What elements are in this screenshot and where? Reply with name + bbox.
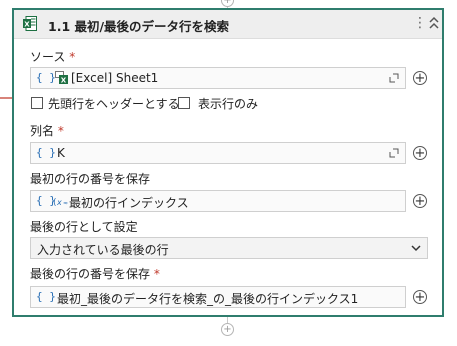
- excel-icon: X: [23, 16, 37, 31]
- card-title: 1.1 最初/最後のデータ行を検索: [48, 19, 230, 34]
- variable-x-icon: ( x ≈: [53, 198, 68, 208]
- column-name-label: 列名 *: [30, 124, 64, 138]
- required-mark: *: [69, 50, 76, 64]
- collapse-chevron-icon[interactable]: [428, 14, 440, 32]
- svg-text:X: X: [24, 21, 30, 29]
- chevron-down-icon: [411, 245, 421, 252]
- save-first-row-label: 最初の行の番号を保存: [30, 172, 151, 186]
- svg-text:X: X: [61, 77, 67, 85]
- save-last-row-value: 最初_最後のデータ行を検索_の_最後の行インデックス1: [57, 292, 359, 306]
- more-options-icon[interactable]: ⋮: [413, 15, 427, 31]
- save-first-row-add-button[interactable]: +: [413, 194, 427, 208]
- source-value: [Excel] Sheet1: [71, 71, 159, 85]
- svg-text:x: x: [56, 198, 62, 207]
- save-last-row-label: 最後の行の番号を保存 *: [30, 267, 160, 281]
- column-name-field[interactable]: { } K: [30, 142, 406, 164]
- save-first-row-value: 最初の行インデックス: [69, 196, 189, 210]
- insert-step-top-icon[interactable]: +: [221, 0, 234, 7]
- action-card[interactable]: X 1.1 最初/最後のデータ行を検索 ⋮ ソース * { } X [Excel…: [12, 8, 444, 317]
- source-label: ソース *: [30, 50, 76, 64]
- variable-braces-icon: { }: [36, 71, 56, 84]
- svg-text:(: (: [53, 198, 57, 208]
- save-first-row-field[interactable]: { } ( x ≈ 最初の行インデックス: [30, 190, 406, 212]
- set-as-last-row-label: 最後の行として設定: [30, 220, 138, 234]
- column-name-add-button[interactable]: +: [413, 146, 427, 160]
- variable-braces-icon: { }: [36, 146, 56, 159]
- save-last-row-add-button[interactable]: +: [413, 290, 427, 304]
- save-last-row-field[interactable]: { } 最初_最後のデータ行を検索_の_最後の行インデックス1: [30, 286, 406, 308]
- required-mark: *: [57, 124, 64, 138]
- first-row-header-label[interactable]: 先頭行をヘッダーとする: [48, 95, 180, 112]
- svg-text:≈: ≈: [63, 200, 68, 207]
- visible-rows-only-checkbox[interactable]: [178, 97, 190, 109]
- insert-step-bottom-icon[interactable]: +: [221, 323, 234, 336]
- excel-sheet-icon: X: [55, 71, 68, 85]
- card-header[interactable]: X 1.1 最初/最後のデータ行を検索 ⋮: [14, 10, 442, 39]
- visible-rows-only-label[interactable]: 表示行のみ: [198, 95, 258, 112]
- set-as-last-row-select[interactable]: 入力されている最後の行: [30, 237, 428, 259]
- required-mark: *: [153, 267, 160, 281]
- column-name-value: K: [57, 146, 65, 160]
- expand-icon[interactable]: [389, 73, 399, 83]
- first-row-header-checkbox[interactable]: [31, 97, 43, 109]
- source-field[interactable]: { } X [Excel] Sheet1: [30, 67, 406, 89]
- source-add-button[interactable]: +: [413, 71, 427, 85]
- variable-braces-icon: { }: [36, 290, 56, 303]
- expand-icon[interactable]: [389, 148, 399, 158]
- set-as-last-row-value: 入力されている最後の行: [37, 243, 169, 257]
